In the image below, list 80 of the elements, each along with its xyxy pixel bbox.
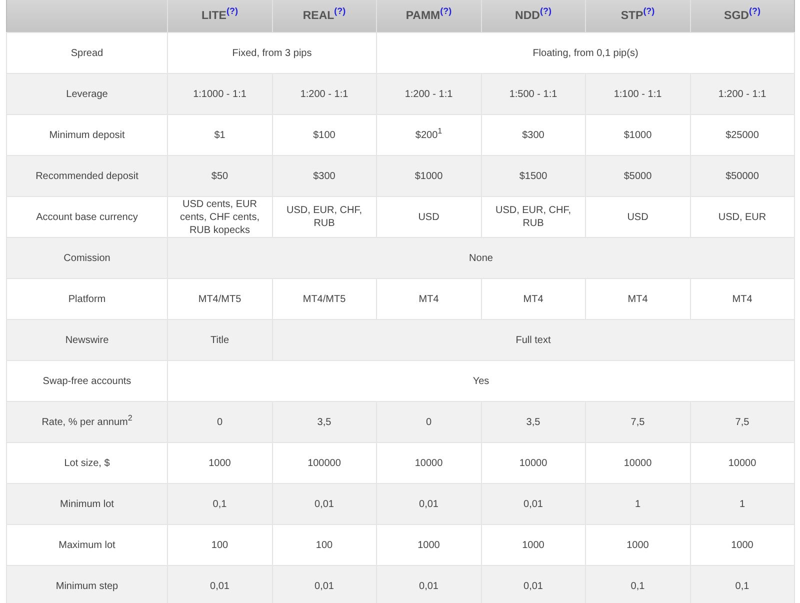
- table-cell: Floating, from 0,1 pip(s): [376, 32, 794, 74]
- table-cell: 100: [272, 524, 376, 566]
- table-cell: 0,01: [376, 484, 481, 524]
- table-cell: 1:100 - 1:1: [586, 74, 690, 114]
- table-cell: $300: [272, 156, 376, 196]
- table-cell: 1: [690, 484, 794, 524]
- table-cell: 1000: [168, 442, 272, 484]
- table-cell: USD, EUR, CHF, RUB: [272, 196, 376, 238]
- table-cell: 7,5: [690, 402, 794, 442]
- table-cell: 1:200 - 1:1: [376, 74, 481, 114]
- table-cell: MT4/MT5: [168, 278, 272, 320]
- row-label: Comission: [6, 238, 168, 278]
- table-cell: 0,01: [481, 566, 586, 603]
- table-cell: MT4: [481, 278, 586, 320]
- table-cell: $1000: [586, 114, 690, 156]
- table-cell: $5000: [586, 156, 690, 196]
- row-label: Maximum lot: [6, 524, 168, 566]
- table-cell: 1:200 - 1:1: [690, 74, 794, 114]
- table-cell: 10000: [690, 442, 794, 484]
- table-cell: $200$^{1}$: [376, 114, 481, 156]
- table-cell: 0,1: [690, 566, 794, 603]
- table-cell: Fixed, from 3 pips: [168, 32, 376, 74]
- table-cell: 3,5: [481, 402, 586, 442]
- row-label: Platform: [6, 278, 168, 320]
- table-cell: 0,01: [481, 484, 586, 524]
- row-label: Minimum lot: [6, 484, 168, 524]
- table-cell: None: [168, 238, 794, 278]
- table-cell: 1000: [586, 524, 690, 566]
- table-cell: 100: [168, 524, 272, 566]
- table-cell: USD cents, EUR cents, CHF cents, RUB kopecks: [168, 196, 272, 238]
- table-cell: 10000: [586, 442, 690, 484]
- table-cell: $25000: [690, 114, 794, 156]
- table-cell: 7,5: [586, 402, 690, 442]
- table-cell: MT4/MT5: [272, 278, 376, 320]
- table-cell: 100000: [272, 442, 376, 484]
- table-cell: Full text: [272, 320, 794, 360]
- table-cell: 0,01: [168, 566, 272, 603]
- table-cell: 0: [168, 402, 272, 442]
- table-cell: 1000: [690, 524, 794, 566]
- table-cell: 1:200 - 1:1: [272, 74, 376, 114]
- table-cell: 0,01: [376, 566, 481, 603]
- table-cell: 0,1: [586, 566, 690, 603]
- table-cell: USD: [586, 196, 690, 238]
- row-label: Minimum deposit: [6, 114, 168, 156]
- table-cell: $300: [481, 114, 586, 156]
- table-cell: 0,01: [272, 566, 376, 603]
- table-cell: $1500: [481, 156, 586, 196]
- table-cell: 1000: [481, 524, 586, 566]
- row-label: Spread: [6, 32, 168, 74]
- table-cell: USD, EUR, CHF, RUB: [481, 196, 586, 238]
- row-label: Recommended deposit: [6, 156, 168, 196]
- table-cell: 1:500 - 1:1: [481, 74, 586, 114]
- table-cell: 3,5: [272, 402, 376, 442]
- table-cell: 0,01: [272, 484, 376, 524]
- table-cell: Title: [168, 320, 272, 360]
- row-label: Leverage: [6, 74, 168, 114]
- table-cell: 1: [586, 484, 690, 524]
- table-cell: MT4: [376, 278, 481, 320]
- table-cell: $100: [272, 114, 376, 156]
- table-cell: 10000: [376, 442, 481, 484]
- table-cell: 0: [376, 402, 481, 442]
- table-cell: 1:1000 - 1:1: [168, 74, 272, 114]
- row-label: Swap-free accounts: [6, 360, 168, 402]
- table-cell: $1000: [376, 156, 481, 196]
- table-cell: $50000: [690, 156, 794, 196]
- row-label: Lot size, $: [6, 442, 168, 484]
- table-cell: 1000: [376, 524, 481, 566]
- table-cell: USD, EUR: [690, 196, 794, 238]
- table-cell: 0,1: [168, 484, 272, 524]
- table-cell: $50: [168, 156, 272, 196]
- table-cell: USD: [376, 196, 481, 238]
- row-label: Minimum step: [6, 566, 168, 603]
- row-label: Newswire: [6, 320, 168, 360]
- table-cell: $1: [168, 114, 272, 156]
- row-label: Account base currency: [6, 196, 168, 238]
- table-cell: MT4: [586, 278, 690, 320]
- row-label: Rate, % per annum$^{2}$: [6, 402, 168, 442]
- table-cell: 10000: [481, 442, 586, 484]
- table-cell: MT4: [690, 278, 794, 320]
- table-cell: Yes: [168, 360, 794, 402]
